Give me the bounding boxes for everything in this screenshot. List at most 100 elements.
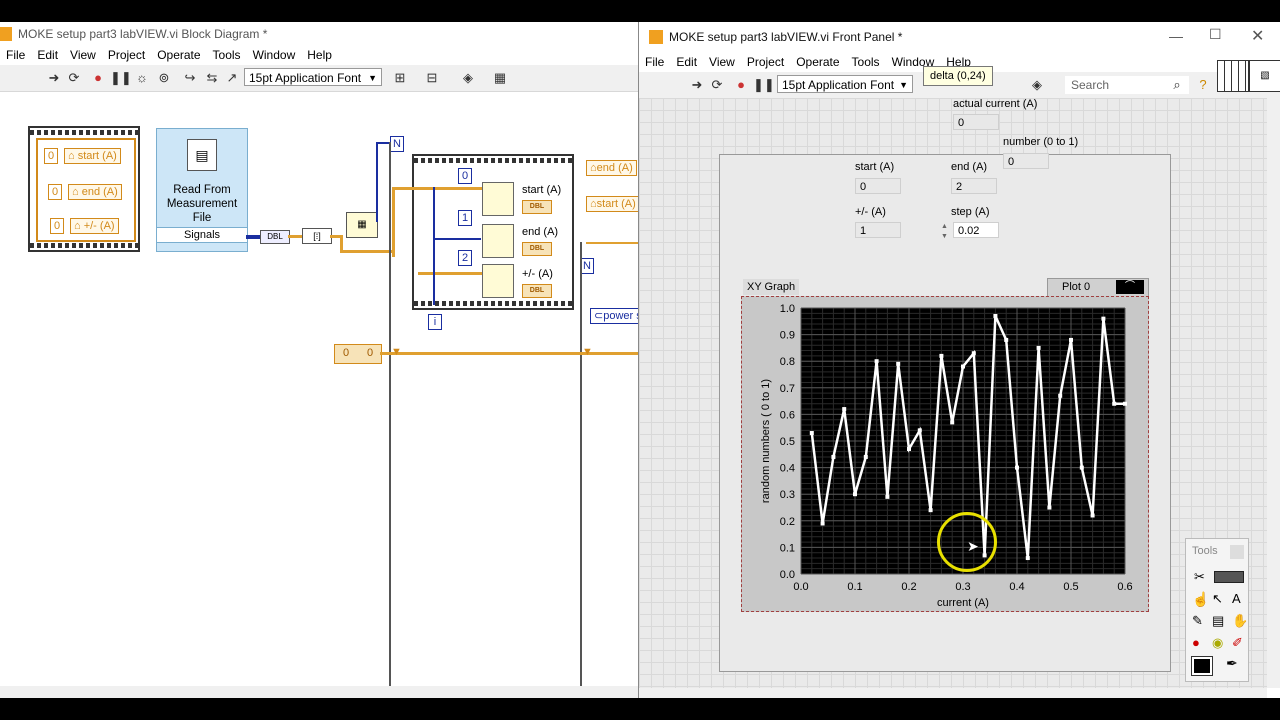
step-into-icon[interactable]: ↪ bbox=[182, 70, 198, 86]
index-node-1[interactable] bbox=[482, 224, 514, 258]
fp-font-selector[interactable]: 15pt Application Font ▼ bbox=[777, 75, 913, 93]
step-increment-icon[interactable]: ▲ ▼ bbox=[941, 222, 951, 242]
right-end-term[interactable]: ⌂end (A) bbox=[586, 160, 637, 176]
xy-graph[interactable]: 0.0 0.1 0.2 0.3 0.4 0.5 0.6 0.0 0.1 0.2 0.3 0.4 0.5 0… bbox=[741, 296, 1147, 610]
start-field[interactable]: 0 bbox=[855, 178, 901, 194]
minimize-icon[interactable]: — bbox=[1169, 28, 1183, 44]
array-size-node[interactable]: ▦ bbox=[346, 212, 378, 238]
loop-i-terminal[interactable]: i bbox=[428, 314, 442, 330]
cluster-pm-const[interactable]: 0 bbox=[50, 218, 64, 234]
dbl-indicator-1[interactable]: DBL bbox=[522, 242, 552, 256]
abort-icon[interactable]: ● bbox=[733, 77, 749, 93]
fp-horizontal-scrollbar[interactable] bbox=[639, 688, 1267, 698]
vi-icon[interactable]: ▧ bbox=[1249, 60, 1280, 92]
retain-wire-icon[interactable]: ⊚ bbox=[156, 70, 172, 86]
block-diagram-titlebar[interactable]: MOKE setup part3 labVIEW.vi Block Diagra… bbox=[0, 22, 640, 46]
run-continuous-icon[interactable]: ⟳ bbox=[709, 77, 725, 93]
fp-menu-tools[interactable]: Tools bbox=[846, 52, 886, 69]
loop-const-0[interactable]: 0 bbox=[458, 168, 472, 184]
fp-menu-file[interactable]: File bbox=[639, 52, 670, 69]
tools-palette[interactable]: Tools ✂ ☝ ↖ A ✎ ▤ ✋ ● ◉ ✐ ✒ bbox=[1185, 538, 1249, 682]
breakpoint-tool-icon[interactable]: ● bbox=[1192, 635, 1200, 650]
bd-menu-help[interactable]: Help bbox=[301, 45, 338, 62]
data-point bbox=[1079, 465, 1084, 470]
run-arrow-icon[interactable]: ➜ bbox=[689, 77, 705, 93]
fp-menu-operate[interactable]: Operate bbox=[790, 52, 845, 69]
front-panel-titlebar[interactable]: MOKE setup part3 labVIEW.vi Front Panel … bbox=[639, 22, 1280, 52]
run-arrow-icon[interactable]: ➜ bbox=[46, 70, 62, 86]
shift-register-const[interactable]: 0 0 bbox=[334, 344, 382, 364]
wire-tool-icon[interactable]: ✎ bbox=[1192, 613, 1203, 629]
front-panel-canvas[interactable]: actual current (A) 0 number (0 to 1) 0 s… bbox=[639, 98, 1267, 688]
end-field[interactable]: 2 bbox=[951, 178, 997, 194]
set-color-tool-icon[interactable]: ✒ bbox=[1226, 655, 1238, 672]
distribute-objects-icon[interactable]: ⊟ bbox=[424, 70, 440, 86]
auto-tool-toggle[interactable] bbox=[1214, 571, 1244, 583]
bd-menu-tools[interactable]: Tools bbox=[207, 45, 247, 62]
step-over-icon[interactable]: ⇆ bbox=[204, 70, 220, 86]
operate-tool-icon[interactable]: ☝ bbox=[1192, 591, 1209, 608]
cleanup-diagram-icon[interactable]: ▦ bbox=[492, 70, 508, 86]
bd-menu-operate[interactable]: Operate bbox=[151, 45, 206, 62]
pm-field[interactable]: 1 bbox=[855, 222, 901, 238]
close-icon[interactable]: ✕ bbox=[1251, 26, 1264, 46]
right-start-term[interactable]: ⌂start (A) bbox=[586, 196, 640, 212]
position-tool-icon[interactable]: ↖ bbox=[1212, 591, 1223, 607]
block-diagram-canvas[interactable]: 0 ⌂ start (A) 0 ⌂ end (A) 0 ⌂ +/- (A) ▤ … bbox=[0, 92, 640, 688]
loop-const-1[interactable]: 1 bbox=[458, 210, 472, 226]
bd-horizontal-scrollbar[interactable] bbox=[0, 686, 640, 698]
dbl-indicator-2[interactable]: DBL bbox=[522, 284, 552, 298]
bd-menu-view[interactable]: View bbox=[64, 45, 102, 62]
fp-vertical-scrollbar[interactable] bbox=[1267, 98, 1280, 688]
pause-icon[interactable]: ❚❚ bbox=[110, 70, 132, 86]
align-objects-icon[interactable]: ⊞ bbox=[392, 70, 408, 86]
reorder-icon[interactable]: ◈ bbox=[460, 70, 476, 86]
signals-output[interactable]: Signals bbox=[157, 227, 247, 243]
dbl-indicator-0[interactable]: DBL bbox=[522, 200, 552, 214]
connector-pane-icon[interactable] bbox=[1217, 60, 1249, 92]
abort-icon[interactable]: ● bbox=[90, 70, 106, 86]
bd-menu-file[interactable]: File bbox=[0, 45, 31, 62]
help-icon[interactable]: ? bbox=[1195, 77, 1211, 93]
loop-const-2[interactable]: 2 bbox=[458, 250, 472, 266]
read-measurement-file-vi[interactable]: ▤ Read From Measurement File Signals bbox=[156, 128, 248, 252]
reorder-icon[interactable]: ◈ bbox=[1029, 77, 1045, 93]
bd-menu-edit[interactable]: Edit bbox=[31, 45, 64, 62]
x-tick-label: 0.6 bbox=[1117, 581, 1132, 593]
plot-legend[interactable]: Plot 0 ⌒ bbox=[1047, 278, 1149, 298]
cluster-start-const[interactable]: 0 bbox=[44, 148, 58, 164]
run-continuous-icon[interactable]: ⟳ bbox=[66, 70, 82, 86]
tools-palette-close[interactable] bbox=[1230, 545, 1244, 559]
fp-menu-edit[interactable]: Edit bbox=[670, 52, 703, 69]
color-fg-swatch[interactable] bbox=[1191, 656, 1213, 676]
cluster-sequence-frame[interactable]: 0 ⌂ start (A) 0 ⌂ end (A) 0 ⌂ +/- (A) bbox=[28, 126, 140, 252]
get-color-tool-icon[interactable]: ✐ bbox=[1232, 635, 1243, 651]
maximize-icon[interactable]: ☐ bbox=[1209, 26, 1222, 43]
right-n-terminal[interactable]: N bbox=[580, 258, 594, 274]
label-tool-icon[interactable]: A bbox=[1232, 591, 1241, 606]
shortcut-menu-tool-icon[interactable]: ▤ bbox=[1212, 613, 1224, 629]
index-node-0[interactable] bbox=[482, 182, 514, 216]
cluster-end-const[interactable]: 0 bbox=[48, 184, 62, 200]
data-point bbox=[1004, 337, 1009, 342]
pause-icon[interactable]: ❚❚ bbox=[753, 77, 775, 93]
highlight-bulb-icon[interactable]: ☼ bbox=[134, 70, 150, 86]
probe-tool-icon[interactable]: ◉ bbox=[1212, 635, 1223, 651]
convert-dynamic-node[interactable]: DBL bbox=[260, 230, 290, 244]
for-loop-n-terminal[interactable]: N bbox=[390, 136, 404, 152]
auto-tool-icon[interactable]: ✂ bbox=[1194, 569, 1205, 585]
bd-menu-window[interactable]: Window bbox=[247, 45, 302, 62]
index-node-2[interactable] bbox=[482, 264, 514, 298]
step-field[interactable]: 0.02 bbox=[953, 222, 999, 238]
fp-menu-project[interactable]: Project bbox=[741, 52, 790, 69]
fp-menu-view[interactable]: View bbox=[703, 52, 741, 69]
bd-font-selector[interactable]: 15pt Application Font ▼ bbox=[244, 68, 382, 86]
data-point bbox=[842, 407, 847, 412]
step-out-icon[interactable]: ↗ bbox=[224, 70, 240, 86]
bd-menu-project[interactable]: Project bbox=[102, 45, 151, 62]
data-point bbox=[1058, 393, 1063, 398]
power-supply-term[interactable]: ⊂power s bbox=[590, 308, 640, 324]
search-icon[interactable]: ⌕ bbox=[1169, 77, 1185, 93]
scroll-tool-icon[interactable]: ✋ bbox=[1232, 613, 1248, 629]
index-array-node[interactable]: [⁞] bbox=[302, 228, 332, 244]
